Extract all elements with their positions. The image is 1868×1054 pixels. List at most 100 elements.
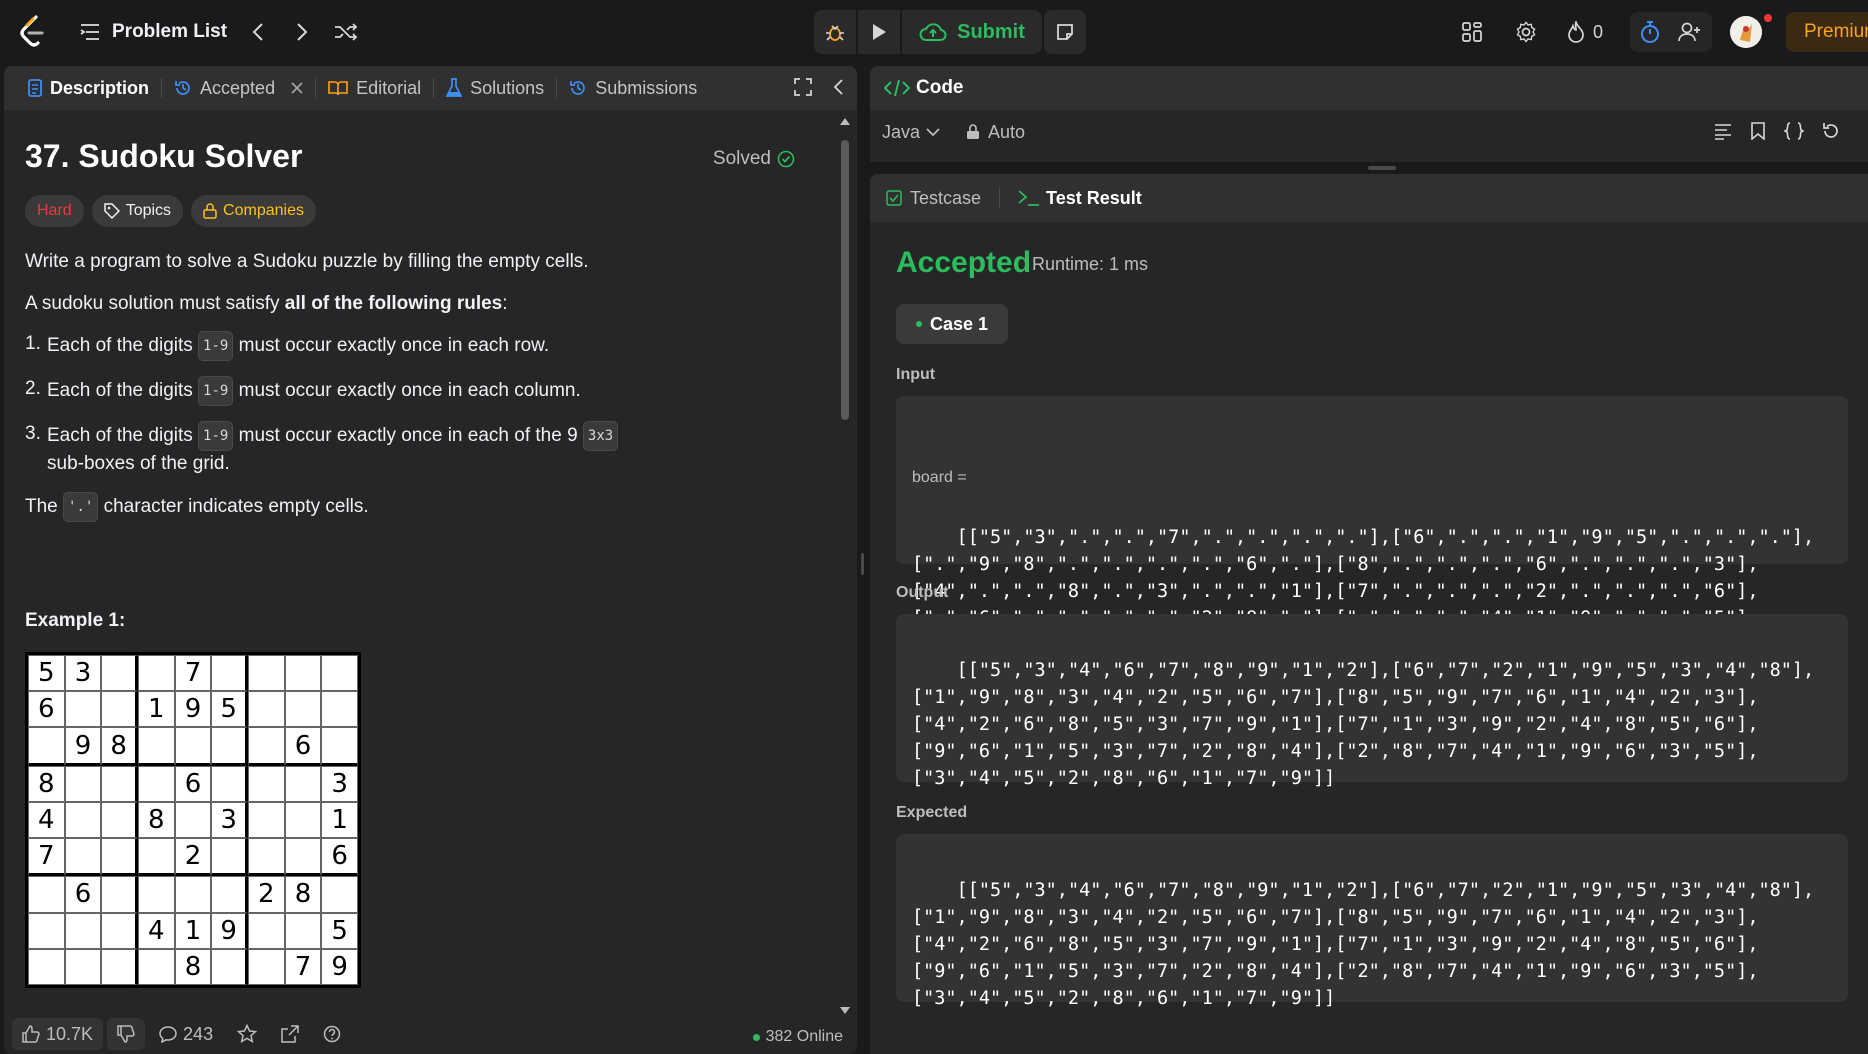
sudoku-cell <box>64 801 102 839</box>
collapse-icon[interactable] <box>832 78 844 96</box>
next-problem-icon[interactable] <box>288 18 316 46</box>
sudoku-cell: 2 <box>174 838 212 877</box>
document-icon <box>28 79 42 97</box>
terminal-icon <box>1018 189 1040 207</box>
sudoku-cell <box>248 655 285 692</box>
sudoku-cell <box>101 655 138 692</box>
share-button[interactable] <box>271 1018 309 1050</box>
case-1-tab[interactable]: Case 1 <box>896 304 1008 344</box>
scrollbar[interactable] <box>839 116 851 1016</box>
scrollbar-thumb[interactable] <box>841 140 849 420</box>
run-button[interactable] <box>858 10 900 54</box>
avatar[interactable] <box>1730 16 1762 48</box>
help-button[interactable] <box>313 1018 351 1050</box>
favorite-button[interactable] <box>227 1018 267 1050</box>
auto-mode-toggle[interactable]: Auto <box>966 122 1025 143</box>
add-friend-icon[interactable] <box>1676 18 1704 46</box>
sudoku-cell <box>248 838 285 877</box>
sudoku-cell <box>64 691 102 728</box>
note-text: character indicates empty cells. <box>98 496 369 518</box>
braces-icon[interactable] <box>1784 122 1804 140</box>
sudoku-cell <box>321 876 358 913</box>
vertical-resize-handle[interactable] <box>1368 166 1396 170</box>
timer-icon[interactable] <box>1636 18 1664 46</box>
tab-solutions[interactable]: Solutions <box>438 66 552 110</box>
tab-editorial[interactable]: Editorial <box>320 66 429 110</box>
tab-submissions-label: Submissions <box>595 77 698 98</box>
sudoku-cell: 9 <box>321 948 358 985</box>
sudoku-cell <box>248 727 285 766</box>
like-button[interactable]: 10.7K <box>12 1018 104 1050</box>
history-icon <box>174 79 192 97</box>
streak-count: 0 <box>1592 21 1603 42</box>
shuffle-icon[interactable] <box>332 18 360 46</box>
rule-number: 1. <box>25 333 41 354</box>
rule-text: Each of the digits <box>47 425 199 447</box>
reset-icon[interactable] <box>1822 122 1840 140</box>
solved-status: Solved <box>713 148 795 170</box>
format-icon[interactable] <box>1714 122 1732 140</box>
tab-test-result[interactable]: Test Result <box>1018 188 1142 209</box>
sudoku-cell <box>138 838 175 877</box>
sudoku-cell <box>211 655 248 692</box>
prev-problem-icon[interactable] <box>244 18 272 46</box>
chevron-down-icon <box>926 127 940 137</box>
maximize-icon[interactable] <box>794 78 812 96</box>
tab-testcase[interactable]: Testcase <box>886 188 981 209</box>
code-icon <box>884 79 910 97</box>
solved-label: Solved <box>712 148 771 169</box>
close-icon[interactable] <box>291 82 303 94</box>
expected-box: [["5","3","4","6","7","8","9","1","2"],[… <box>896 834 1848 1009</box>
rules-lead-text: A sudoku solution must satisfy <box>25 293 285 314</box>
topics-chip[interactable]: Topics <box>91 195 184 227</box>
problem-list-button[interactable]: Problem List <box>80 16 227 48</box>
result-status: Accepted <box>896 246 1032 279</box>
expected-label: Expected <box>896 804 968 821</box>
logo-icon[interactable] <box>18 14 48 50</box>
description-panel: Description Accepted Editorial Solutions <box>4 66 857 1054</box>
problem-list-label: Problem List <box>112 21 228 42</box>
bookmark-icon[interactable] <box>1750 122 1766 140</box>
sudoku-cell <box>211 727 248 766</box>
tag-chips: Hard Topics Companies <box>25 195 836 227</box>
output-value: [["5","3","4","6","7","8","9","1","2"],[… <box>912 660 1815 789</box>
tab-accepted[interactable]: Accepted <box>166 66 311 110</box>
sudoku-cell <box>28 948 65 985</box>
expected-value: [["5","3","4","6","7","8","9","1","2"],[… <box>912 880 1815 1009</box>
sudoku-cell <box>248 765 285 802</box>
streak-counter[interactable]: 0 <box>1562 18 1608 46</box>
sudoku-cell <box>101 838 138 877</box>
debug-button[interactable] <box>814 10 856 54</box>
companies-chip[interactable]: Companies <box>191 195 316 227</box>
tab-description[interactable]: Description <box>20 66 157 110</box>
rule-text: must occur exactly once in each column. <box>233 380 581 402</box>
sudoku-cell: 9 <box>174 691 212 728</box>
left-tab-bar: Description Accepted Editorial Solutions <box>4 66 857 110</box>
premium-button[interactable]: Premium <box>1786 12 1868 52</box>
language-select[interactable]: Java <box>882 122 940 143</box>
comment-count: 243 <box>183 1023 214 1044</box>
sudoku-cell <box>28 727 65 766</box>
input-label: Input <box>896 366 936 383</box>
lock-icon <box>966 124 980 140</box>
tab-submissions[interactable]: Submissions <box>561 66 705 110</box>
sudoku-cell: 6 <box>321 838 358 877</box>
note-button[interactable] <box>1044 10 1086 54</box>
sudoku-cell <box>101 948 138 985</box>
layout-icon[interactable] <box>1458 18 1486 46</box>
dislike-button[interactable] <box>107 1018 146 1050</box>
panel-resize-handle[interactable] <box>861 553 864 575</box>
sudoku-cell <box>64 838 102 877</box>
sudoku-cell: 9 <box>211 912 248 949</box>
rule-item: 3. Each of the digits 1-9 must occur exa… <box>25 421 836 477</box>
settings-icon[interactable] <box>1512 18 1540 46</box>
top-bar: Problem List Submit 0 Premiu <box>0 0 1868 64</box>
submit-button[interactable]: Submit <box>902 10 1042 54</box>
sudoku-cell <box>64 912 102 949</box>
tab-divider <box>556 78 558 98</box>
rules-list: 1. Each of the digits 1-9 must occur exa… <box>25 331 836 477</box>
sudoku-cell: 7 <box>28 838 65 877</box>
sudoku-cell <box>211 948 248 985</box>
comments-button[interactable]: 243 <box>149 1018 223 1050</box>
sudoku-cell: 6 <box>174 765 212 802</box>
